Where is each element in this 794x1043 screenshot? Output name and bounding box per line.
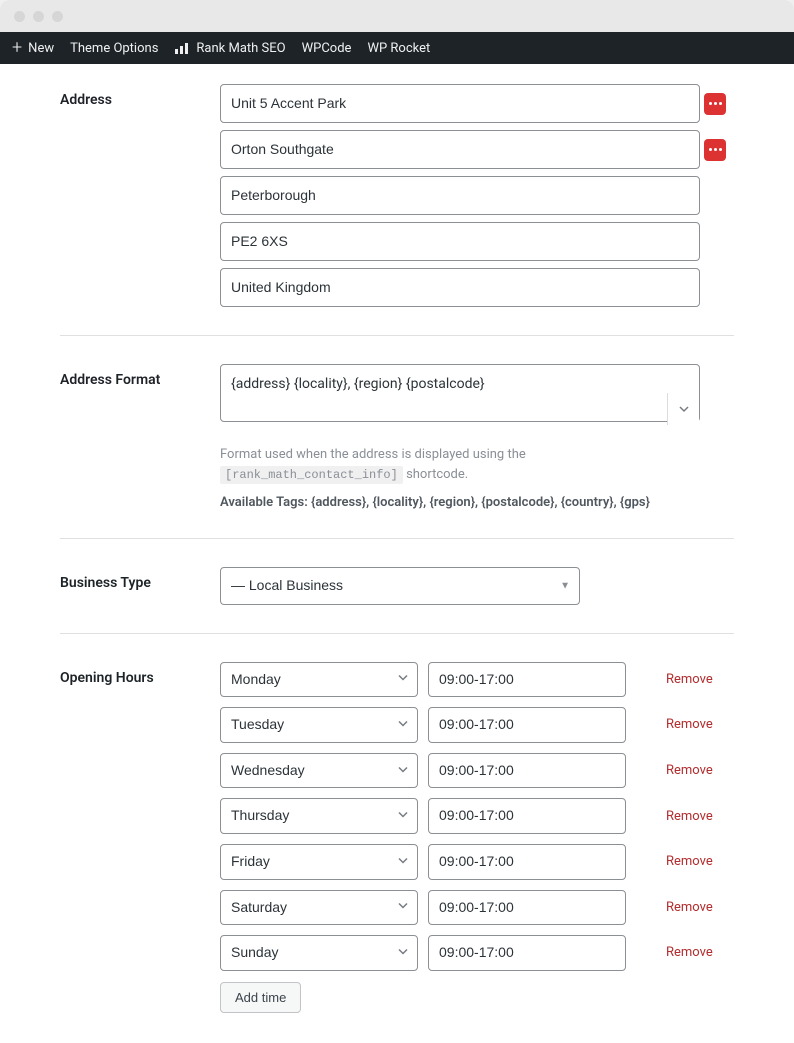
hours-row: Tuesday Remove xyxy=(220,707,734,743)
add-time-button[interactable]: Add time xyxy=(220,982,301,1013)
admin-bar-new[interactable]: + New xyxy=(12,39,54,57)
day-select-wrap: Friday xyxy=(220,844,418,880)
admin-bar-label: WP Rocket xyxy=(367,41,430,56)
remove-link[interactable]: Remove xyxy=(666,854,713,869)
remove-link[interactable]: Remove xyxy=(666,717,713,732)
address-format-help: Format used when the address is displaye… xyxy=(220,445,700,484)
remove-link[interactable]: Remove xyxy=(666,763,713,778)
day-select[interactable]: Monday xyxy=(220,662,418,698)
day-select[interactable]: Thursday xyxy=(220,798,418,834)
address-fields xyxy=(220,84,734,307)
business-type-select-wrap: — Local Business ▼ xyxy=(220,567,580,605)
address-line-input[interactable] xyxy=(220,268,700,307)
hours-row: Wednesday Remove xyxy=(220,753,734,789)
admin-bar-label: Theme Options xyxy=(70,41,158,56)
opening-hours-label: Opening Hours xyxy=(60,662,220,686)
address-format-textarea-wrap: {address} {locality}, {region} {postalco… xyxy=(220,364,700,426)
address-format-fields: {address} {locality}, {region} {postalco… xyxy=(220,364,734,510)
help-suffix: shortcode. xyxy=(406,467,468,482)
hours-row: Monday Remove xyxy=(220,662,734,698)
admin-bar-label: Rank Math SEO xyxy=(196,41,285,56)
time-input[interactable] xyxy=(428,798,626,834)
address-line-input[interactable] xyxy=(220,84,700,123)
day-select-wrap: Wednesday xyxy=(220,753,418,789)
address-format-textarea[interactable]: {address} {locality}, {region} {postalco… xyxy=(220,364,700,422)
plus-icon: + xyxy=(12,39,22,57)
time-input[interactable] xyxy=(428,662,626,698)
opening-hours-fields: Monday Remove Tuesday Remove Wednesday Remove… xyxy=(220,662,734,1013)
remove-link[interactable]: Remove xyxy=(666,672,713,687)
admin-bar-theme-options[interactable]: Theme Options xyxy=(70,41,158,56)
time-input[interactable] xyxy=(428,707,626,743)
day-select-wrap: Tuesday xyxy=(220,707,418,743)
address-format-row: Address Format {address} {locality}, {re… xyxy=(60,364,734,510)
address-line-input[interactable] xyxy=(220,176,700,215)
address-format-label: Address Format xyxy=(60,364,220,388)
content-panel: Address Address Format {address} {locali… xyxy=(0,64,794,1043)
admin-bar-new-label: New xyxy=(28,41,54,56)
divider xyxy=(60,538,734,539)
time-input[interactable] xyxy=(428,935,626,971)
day-select[interactable]: Sunday xyxy=(220,935,418,971)
address-label: Address xyxy=(60,84,220,108)
business-type-select[interactable]: — Local Business xyxy=(220,567,580,605)
address-row: Address xyxy=(60,84,734,307)
divider xyxy=(60,335,734,336)
chevron-down-icon xyxy=(678,403,690,415)
business-type-label: Business Type xyxy=(60,567,220,591)
window-close-dot[interactable] xyxy=(14,11,25,22)
window-titlebar xyxy=(0,0,794,32)
help-code: [rank_math_contact_info] xyxy=(220,466,403,484)
address-line-wrap xyxy=(220,130,734,169)
remove-link[interactable]: Remove xyxy=(666,809,713,824)
day-select-wrap: Saturday xyxy=(220,890,418,926)
business-type-fields: — Local Business ▼ xyxy=(220,567,734,605)
window-minimize-dot[interactable] xyxy=(33,11,44,22)
more-icon[interactable] xyxy=(704,139,726,161)
admin-bar-label: WPCode xyxy=(302,41,352,56)
remove-link[interactable]: Remove xyxy=(666,900,713,915)
remove-link[interactable]: Remove xyxy=(666,945,713,960)
address-line-wrap xyxy=(220,222,734,261)
hours-row: Saturday Remove xyxy=(220,890,734,926)
day-select-wrap: Monday xyxy=(220,662,418,698)
hours-row: Thursday Remove xyxy=(220,798,734,834)
admin-bar: + New Theme Options Rank Math SEO WPCode… xyxy=(0,32,794,64)
help-prefix: Format used when the address is displaye… xyxy=(220,447,526,462)
hours-rows: Monday Remove Tuesday Remove Wednesday Remove… xyxy=(220,662,734,971)
day-select-wrap: Thursday xyxy=(220,798,418,834)
day-select[interactable]: Saturday xyxy=(220,890,418,926)
rank-math-icon xyxy=(174,41,190,55)
day-select-wrap: Sunday xyxy=(220,935,418,971)
admin-bar-wpcode[interactable]: WPCode xyxy=(302,41,352,56)
address-line-input[interactable] xyxy=(220,130,700,169)
more-icon[interactable] xyxy=(704,93,726,115)
window-frame: + New Theme Options Rank Math SEO WPCode… xyxy=(0,0,794,1043)
time-input[interactable] xyxy=(428,844,626,880)
time-input[interactable] xyxy=(428,890,626,926)
time-input[interactable] xyxy=(428,753,626,789)
opening-hours-row: Opening Hours MondayRemoveTuesdayRemoveW… xyxy=(60,662,734,1013)
window-maximize-dot[interactable] xyxy=(52,11,63,22)
admin-bar-rank-math[interactable]: Rank Math SEO xyxy=(174,41,285,56)
divider xyxy=(60,633,734,634)
hours-row: Friday Remove xyxy=(220,844,734,880)
day-select[interactable]: Tuesday xyxy=(220,707,418,743)
address-line-input[interactable] xyxy=(220,222,700,261)
address-line-wrap xyxy=(220,176,734,215)
business-type-row: Business Type — Local Business ▼ xyxy=(60,567,734,605)
hours-row: Sunday Remove xyxy=(220,935,734,971)
day-select[interactable]: Friday xyxy=(220,844,418,880)
address-line-wrap xyxy=(220,268,734,307)
admin-bar-wprocket[interactable]: WP Rocket xyxy=(367,41,430,56)
expand-handle[interactable] xyxy=(667,393,699,425)
available-tags: Available Tags: {address}, {locality}, {… xyxy=(220,495,734,510)
day-select[interactable]: Wednesday xyxy=(220,753,418,789)
address-line-wrap xyxy=(220,84,734,123)
